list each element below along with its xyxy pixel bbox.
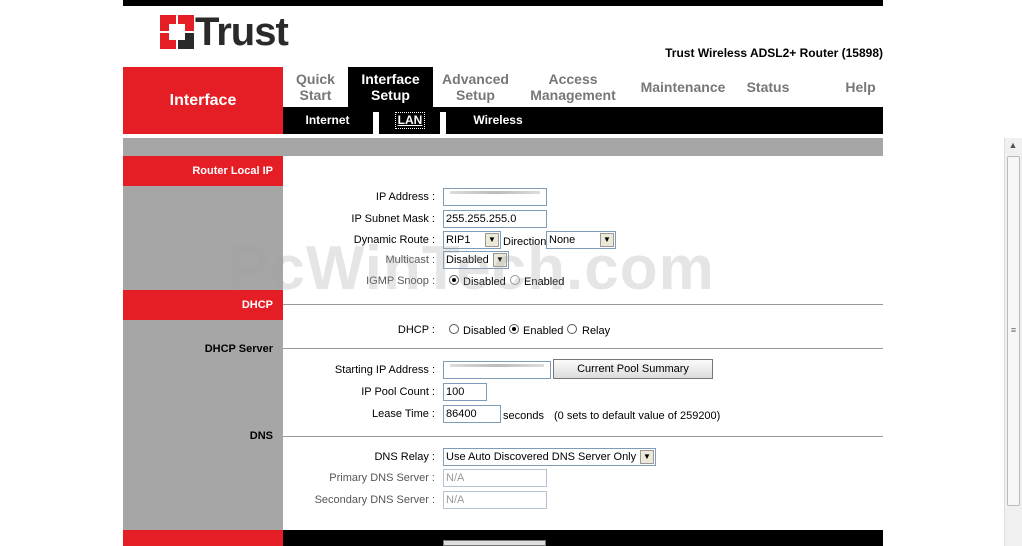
multicast-label: Multicast :	[385, 254, 435, 266]
subnav-divider	[440, 112, 446, 134]
chevron-down-icon: ▼	[485, 233, 499, 247]
lease-unit: seconds	[503, 410, 544, 422]
dynamic-route-label: Dynamic Route :	[353, 234, 435, 246]
grip-icon: ≡	[1010, 325, 1017, 335]
dhcp-label: DHCP :	[397, 324, 435, 336]
igmp-enabled-radio[interactable]	[510, 275, 520, 285]
multicast-select[interactable]: Disabled ▼	[443, 251, 509, 269]
nav-access-management[interactable]: Access Management	[518, 67, 628, 107]
direction-value: None	[549, 234, 576, 246]
divider	[283, 348, 883, 349]
footer-red-block	[123, 530, 283, 546]
starting-ip-label: Starting IP Address :	[334, 364, 435, 376]
logo-text: Trust	[195, 10, 289, 54]
nav-help[interactable]: Help	[838, 67, 883, 107]
igmp-disabled-radio[interactable]	[449, 275, 459, 285]
nav-label: Quick	[296, 71, 335, 87]
dns-relay-label: DNS Relay :	[374, 451, 435, 463]
dhcp-relay-radio[interactable]	[567, 324, 577, 334]
lease-time-input[interactable]: 86400	[443, 405, 501, 423]
nav-label: Access	[548, 71, 598, 87]
lease-note: (0 sets to default value of 259200)	[554, 410, 721, 422]
direction-select[interactable]: None ▼	[546, 231, 616, 249]
nav-label: Management	[530, 87, 616, 103]
product-title: Trust Wireless ADSL2+ Router (15898)	[665, 46, 883, 60]
secondary-dns-label: Secondary DNS Server :	[314, 494, 435, 506]
nav-label: Setup	[456, 87, 495, 103]
subnav-lan[interactable]: LAN	[390, 107, 430, 134]
subnav-internet[interactable]: Internet	[290, 107, 365, 134]
primary-dns-label: Primary DNS Server :	[329, 472, 435, 484]
nav-label: Interface	[361, 71, 420, 87]
current-pool-summary-button[interactable]: Current Pool Summary	[553, 359, 713, 379]
section-title: Interface	[123, 67, 283, 134]
subnav-wireless[interactable]: Wireless	[463, 107, 533, 134]
ip-address-label: IP Address :	[375, 191, 435, 203]
grey-strip	[123, 138, 883, 156]
pool-count-label: IP Pool Count :	[361, 386, 435, 398]
subnet-mask-input[interactable]: 255.255.255.0	[443, 210, 547, 228]
nav-interface-setup[interactable]: Interface Setup	[348, 67, 433, 107]
direction-label: Direction	[503, 236, 547, 248]
chevron-down-icon: ▼	[600, 233, 614, 247]
top-border	[123, 0, 883, 6]
multicast-value: Disabled	[446, 254, 489, 266]
lease-time-label: Lease Time :	[372, 408, 435, 420]
nav-label: Advanced	[442, 71, 509, 87]
subnet-mask-label: IP Subnet Mask :	[351, 213, 435, 225]
nav-maintenance[interactable]: Maintenance	[628, 67, 738, 107]
subnav-divider	[373, 112, 379, 134]
nav-label: Start	[299, 87, 332, 103]
dhcp-disabled-label: Disabled	[463, 325, 506, 337]
dhcp-enabled-label: Enabled	[523, 325, 564, 337]
router-local-ip-heading: Router Local IP	[123, 156, 283, 186]
dhcp-enabled-radio[interactable]	[509, 324, 519, 334]
igmp-disabled-label: Disabled	[463, 276, 506, 288]
dynamic-route-select[interactable]: RIP1 ▼	[443, 231, 501, 249]
trust-logo-icon	[160, 15, 194, 49]
dhcp-disabled-radio[interactable]	[449, 324, 459, 334]
dns-relay-select[interactable]: Use Auto Discovered DNS Server Only ▼	[443, 448, 656, 466]
igmp-enabled-label: Enabled	[524, 276, 565, 288]
dhcp-relay-label: Relay	[582, 325, 611, 337]
primary-dns-input[interactable]: N/A	[443, 469, 547, 487]
nav-quick-start[interactable]: Quick Start	[283, 67, 348, 107]
nav-label: Status	[746, 79, 790, 95]
scroll-up-icon[interactable]: ▲	[1006, 140, 1020, 152]
pool-count-input[interactable]: 100	[443, 383, 487, 401]
footer-bar	[283, 530, 883, 546]
chevron-down-icon: ▼	[640, 450, 654, 464]
divider	[283, 304, 883, 305]
divider	[283, 436, 883, 437]
nav-label: Help	[845, 79, 876, 95]
igmp-snoop-label: IGMP Snoop :	[366, 275, 435, 287]
starting-ip-input[interactable]	[443, 361, 551, 379]
dns-heading: DNS	[249, 430, 273, 442]
nav-advanced-setup[interactable]: Advanced Setup	[433, 67, 518, 107]
footer-button[interactable]	[443, 540, 546, 546]
dhcp-heading: DHCP	[123, 290, 283, 320]
nav-status[interactable]: Status	[738, 67, 798, 107]
dynamic-route-value: RIP1	[446, 234, 471, 246]
chevron-down-icon: ▼	[493, 253, 507, 267]
secondary-dns-input[interactable]: N/A	[443, 491, 547, 509]
nav-label: Maintenance	[640, 79, 726, 95]
nav-label: Setup	[371, 87, 410, 103]
dhcp-server-heading: DHCP Server	[204, 343, 273, 355]
ip-address-input[interactable]	[443, 188, 547, 206]
dns-relay-value: Use Auto Discovered DNS Server Only	[446, 451, 637, 463]
